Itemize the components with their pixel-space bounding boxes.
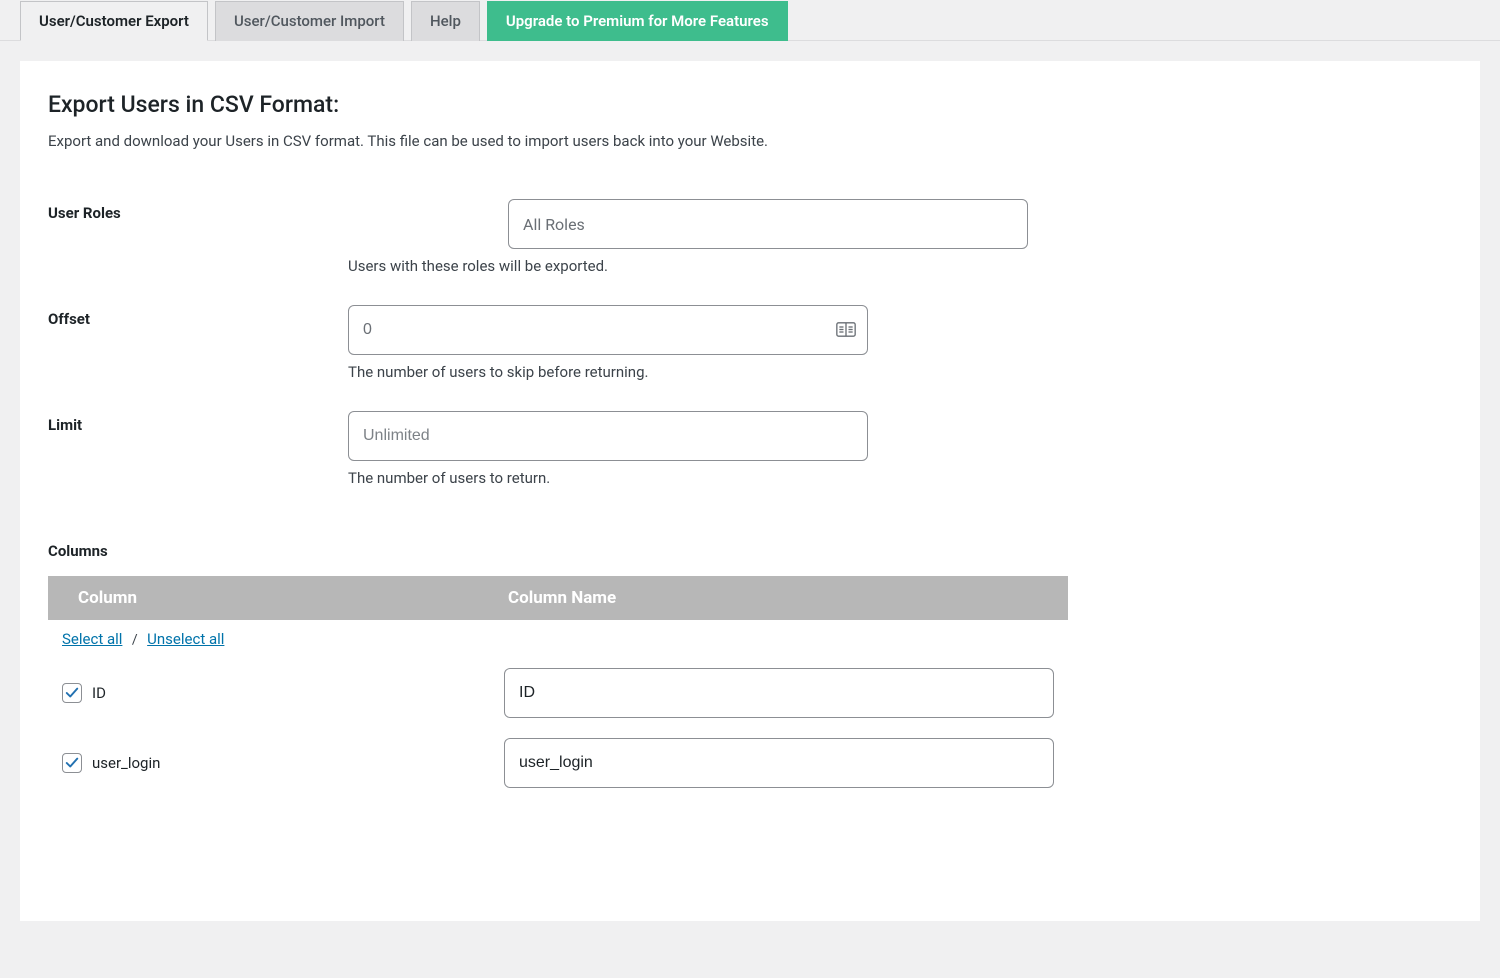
number-stepper-icon[interactable]: [836, 322, 856, 338]
main-content: Export Users in CSV Format: Export and d…: [20, 61, 1480, 921]
column-label: user_login: [92, 754, 160, 772]
user-roles-label: User Roles: [48, 184, 348, 290]
column-name-input[interactable]: [504, 738, 1054, 788]
limit-label: Limit: [48, 396, 348, 502]
unselect-all-link[interactable]: Unselect all: [147, 630, 224, 648]
offset-help: The number of users to skip before retur…: [348, 363, 1442, 381]
limit-help: The number of users to return.: [348, 469, 1442, 487]
user-roles-value: All Roles: [523, 215, 585, 234]
separator: /: [126, 632, 144, 648]
nav-tabs: User/Customer Export User/Customer Impor…: [0, 0, 1500, 41]
page-description: Export and download your Users in CSV fo…: [48, 132, 1452, 150]
tab-user-export[interactable]: User/Customer Export: [20, 1, 208, 41]
table-row: user_login: [48, 728, 1068, 798]
check-icon: [65, 686, 79, 700]
tab-help[interactable]: Help: [411, 1, 480, 41]
offset-input[interactable]: [348, 305, 868, 355]
table-row: ID: [48, 658, 1068, 728]
column-header-column-name: Column Name: [490, 576, 1068, 620]
page-title: Export Users in CSV Format:: [48, 91, 1452, 118]
user-roles-select[interactable]: All Roles: [508, 199, 1028, 249]
tab-user-import[interactable]: User/Customer Import: [215, 1, 404, 41]
select-all-link[interactable]: Select all: [62, 630, 122, 648]
offset-label: Offset: [48, 290, 348, 396]
column-checkbox[interactable]: [62, 683, 82, 703]
check-icon: [65, 756, 79, 770]
user-roles-help: Users with these roles will be exported.: [348, 257, 1442, 275]
limit-input[interactable]: [348, 411, 868, 461]
columns-section-label: Columns: [48, 542, 1452, 560]
tab-upgrade-premium[interactable]: Upgrade to Premium for More Features: [487, 1, 788, 41]
column-label: ID: [92, 684, 106, 702]
column-checkbox[interactable]: [62, 753, 82, 773]
column-name-input[interactable]: [504, 668, 1054, 718]
column-header-column: Column: [48, 576, 490, 620]
